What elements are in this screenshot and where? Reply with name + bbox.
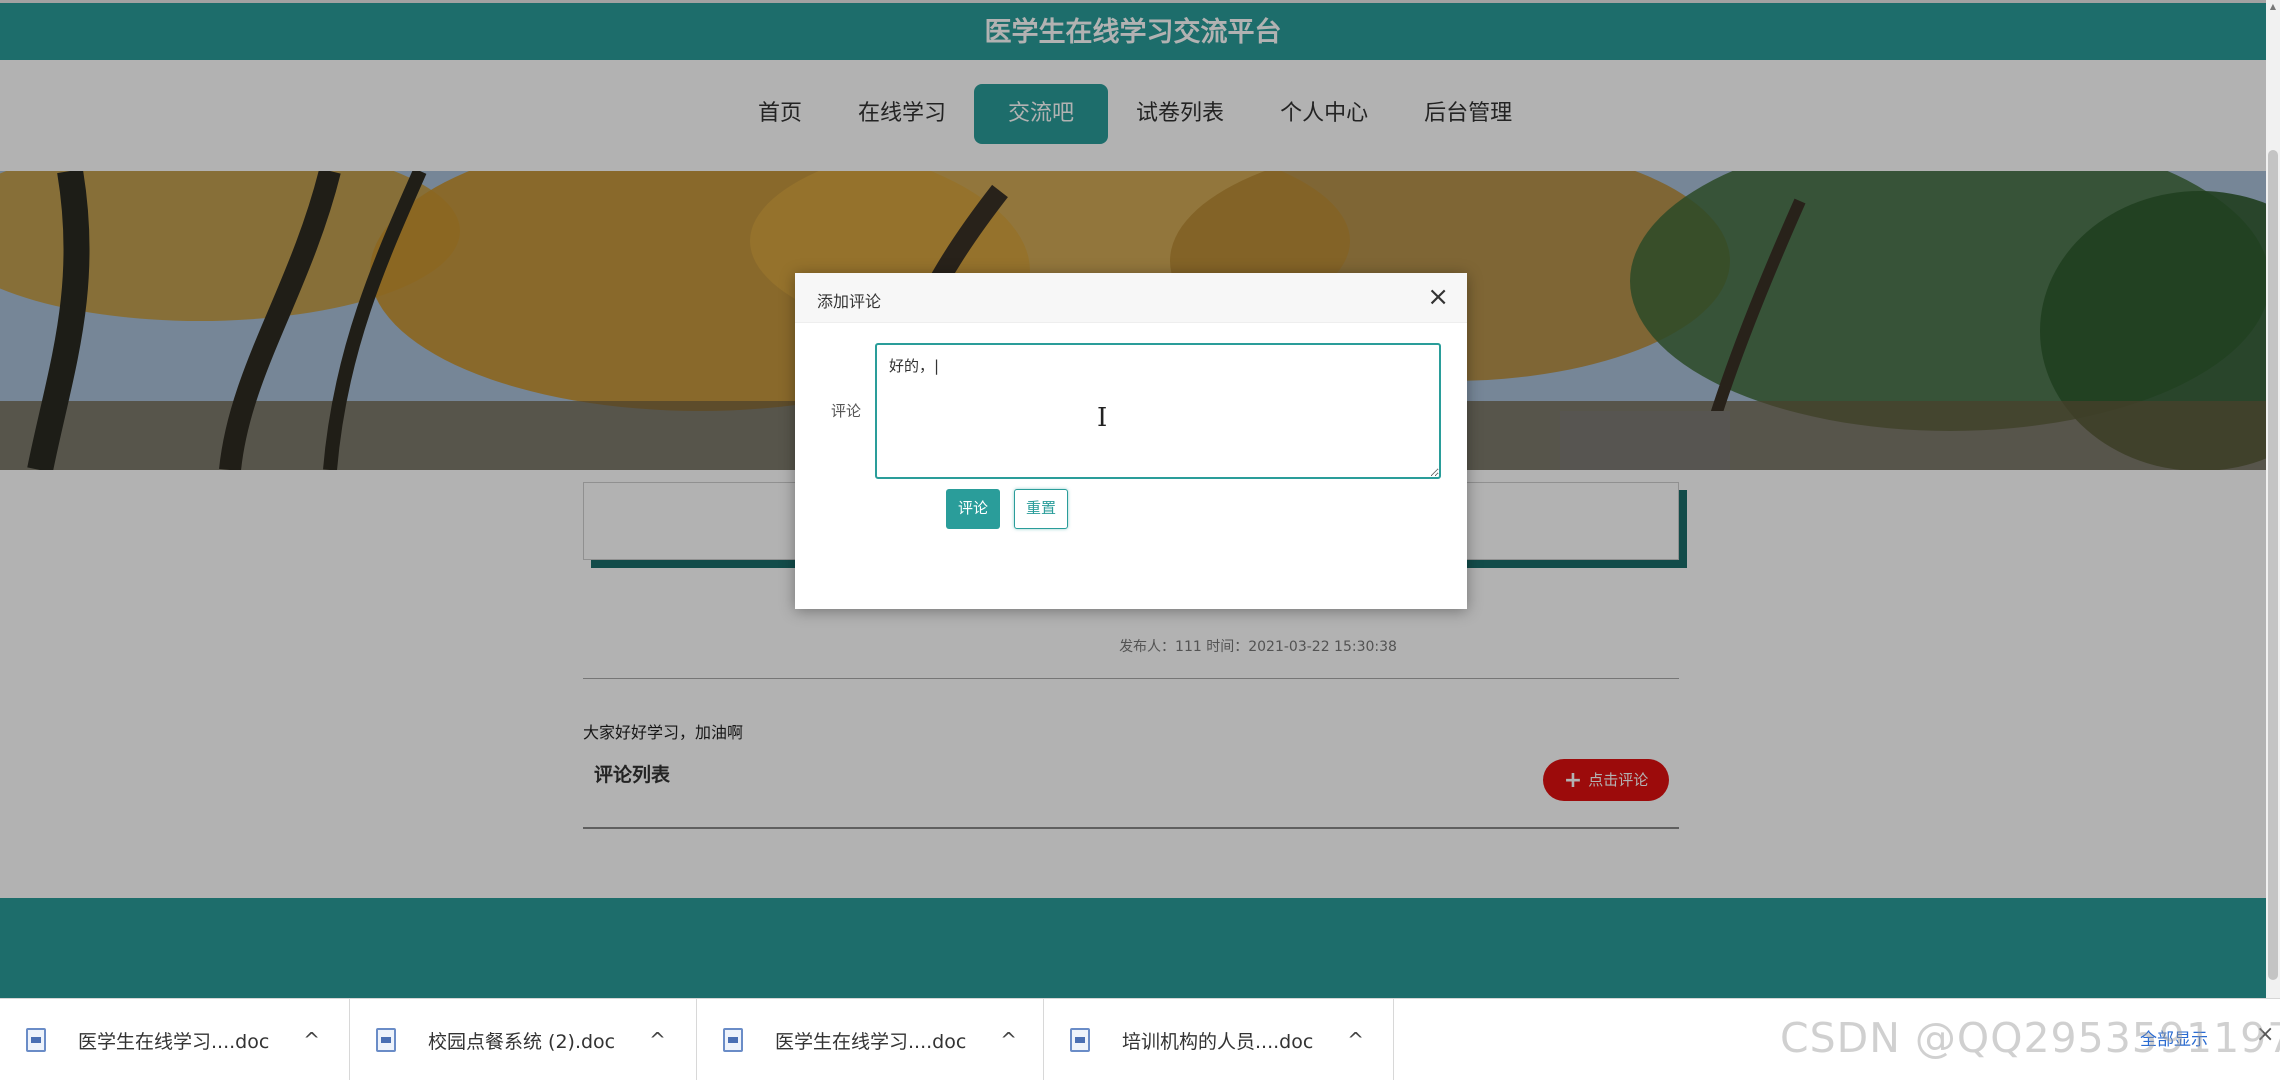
doc-file-icon (1070, 1028, 1090, 1052)
submit-comment-button[interactable]: 评论 (946, 489, 1000, 529)
scrollbar-thumb[interactable] (2268, 150, 2278, 980)
doc-file-icon (723, 1028, 743, 1052)
dialog-title: 添加评论 (817, 292, 882, 311)
comment-textarea[interactable]: 好的，| (875, 343, 1441, 479)
doc-file-icon (26, 1028, 46, 1052)
chevron-up-icon[interactable]: ^ (1347, 1028, 1364, 1052)
download-file-name: 校园点餐系统 (2).doc (428, 1030, 616, 1053)
watermark: CSDN @QQ2953591197 (1780, 1014, 2280, 1062)
doc-file-icon (376, 1028, 396, 1052)
download-item[interactable]: 医学生在线学习....doc ^ (0, 999, 350, 1080)
text-cursor-icon: I (1097, 403, 1108, 433)
dialog-header: 添加评论 × (795, 273, 1467, 323)
close-icon[interactable]: × (1427, 283, 1449, 311)
download-item[interactable]: 医学生在线学习....doc ^ (697, 999, 1044, 1080)
chevron-up-icon[interactable]: ^ (649, 1028, 666, 1052)
scroll-up-icon[interactable]: ▲ (2268, 2, 2278, 12)
comment-field-label: 评论 (831, 402, 862, 420)
reset-button[interactable]: 重置 (1014, 489, 1068, 529)
chevron-up-icon[interactable]: ^ (1000, 1028, 1017, 1052)
chevron-up-icon[interactable]: ^ (303, 1028, 320, 1052)
download-file-name: 医学生在线学习....doc (78, 1030, 270, 1053)
add-comment-dialog: 添加评论 × 评论 好的，| I 评论 重置 (795, 273, 1467, 609)
download-file-name: 医学生在线学习....doc (775, 1030, 967, 1053)
download-item[interactable]: 培训机构的人员....doc ^ (1044, 999, 1394, 1080)
download-item[interactable]: 校园点餐系统 (2).doc ^ (350, 999, 697, 1080)
download-file-name: 培训机构的人员....doc (1122, 1030, 1314, 1053)
